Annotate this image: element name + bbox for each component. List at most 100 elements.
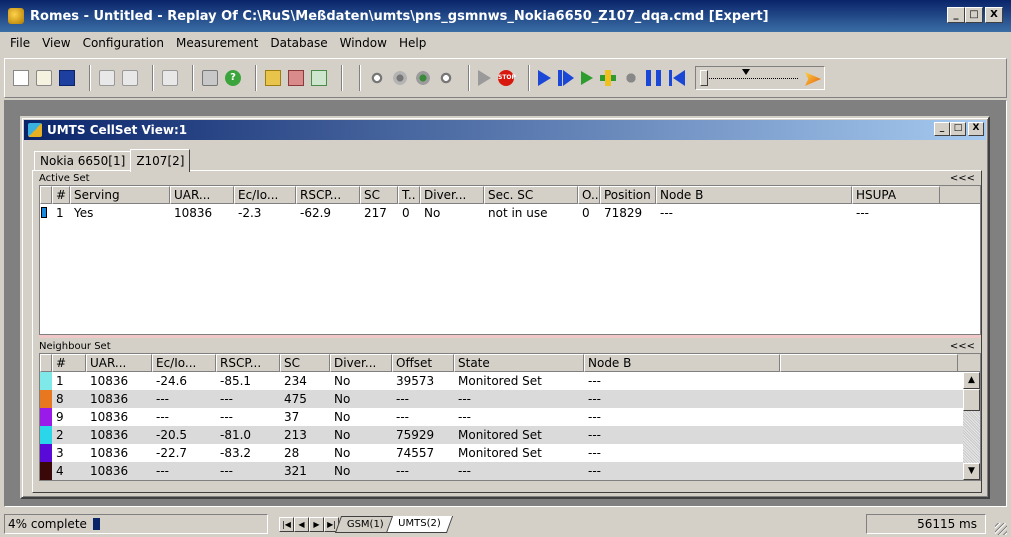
export-icon[interactable] [162,70,178,86]
neighbour-set-collapse-button[interactable]: <<< [950,341,975,353]
settings-icon[interactable] [392,70,408,86]
scroll-down-arrow-icon[interactable]: ▼ [963,463,980,480]
active-col-position[interactable]: Position [600,186,656,204]
child-minimize-button[interactable]: _ [934,122,950,136]
panel-splitter[interactable] [39,335,981,338]
neighbour-col-offset[interactable]: Offset [392,354,454,372]
tab-z107[interactable]: Z107[2] [130,149,191,172]
close-button[interactable]: X [985,7,1003,23]
step-icon[interactable] [558,70,574,86]
print-icon[interactable] [202,70,218,86]
help-icon[interactable]: ? [225,70,241,86]
neighbour-col-num[interactable]: # [52,354,86,372]
main-title-bar[interactable]: Romes - Untitled - Replay Of C:\RuS\Meßd… [0,0,1011,32]
neighbour-row[interactable]: 9 10836 --- --- 37 No --- --- --- [40,408,980,426]
neighbour-cell-diversity: No [334,392,351,406]
scroll-up-arrow-icon[interactable]: ▲ [963,372,980,389]
neighbour-col-ecio[interactable]: Ec/Io... [152,354,216,372]
resize-grip-icon[interactable] [995,523,1007,535]
neighbour-cell-sc: 321 [284,464,307,478]
forward-icon[interactable] [581,71,593,85]
active-col-ecio[interactable]: Ec/Io... [234,186,296,204]
neighbour-row[interactable]: 3 10836 -22.7 -83.2 28 No 74557 Monitored Set --… [40,444,980,462]
menu-view[interactable]: View [36,36,76,50]
neighbour-col-uarfcn[interactable]: UAR... [86,354,152,372]
first-sheet-icon[interactable]: |◀ [279,517,294,532]
sheet-tab-umts-label: UMTS(2) [398,518,441,529]
active-col-uarfcn[interactable]: UAR... [170,186,234,204]
romes-app-icon[interactable] [8,8,24,24]
stop-icon[interactable]: STOP [498,70,516,86]
active-col-serving[interactable]: Serving [70,186,170,204]
neighbour-col-rscp[interactable]: RSCP... [216,354,280,372]
neighbour-rows: 1 10836 -24.6 -85.1 234 No 39573 Monitored Set -… [40,372,980,480]
copy-icon[interactable] [99,70,115,86]
neighbour-row[interactable]: 2 10836 -20.5 -81.0 213 No 75929 Monitored Set -… [40,426,980,444]
save-icon[interactable] [59,70,75,86]
edit-icon[interactable] [311,70,327,86]
menu-file[interactable]: File [4,36,36,50]
neighbour-vertical-scrollbar[interactable]: ▲ ▼ [963,372,980,480]
neighbour-row[interactable]: 4 10836 --- --- 321 No --- --- --- [40,462,980,480]
active-col-marker[interactable] [40,186,52,204]
neighbour-row[interactable]: 8 10836 --- --- 475 No --- --- --- [40,390,980,408]
slider-thumb[interactable] [700,70,708,86]
neighbour-col-node-b[interactable]: Node B [584,354,780,372]
menu-database[interactable]: Database [264,36,333,50]
settings-green-icon[interactable] [415,70,431,86]
next-sheet-icon[interactable]: ▶ [309,517,324,532]
neighbour-col-sc[interactable]: SC [280,354,330,372]
active-col-node-b[interactable]: Node B [656,186,852,204]
active-col-sc[interactable]: SC [360,186,398,204]
menu-window[interactable]: Window [334,36,393,50]
neighbour-col-extra[interactable] [780,354,958,372]
neighbour-col-state[interactable]: State [454,354,584,372]
database-delete-icon[interactable] [288,70,304,86]
child-title-bar[interactable]: UMTS CellSet View:1 _ □ X [24,120,986,140]
sheet-tab-umts[interactable]: UMTS(2) [385,516,453,533]
neighbour-col-color[interactable] [40,354,52,372]
child-maximize-button[interactable]: □ [950,122,966,136]
database-icon[interactable] [265,70,281,86]
jump-icon[interactable] [600,70,616,86]
child-close-button[interactable]: X [968,122,984,136]
neighbour-cell-state: Monitored Set [458,446,542,460]
menu-measurement[interactable]: Measurement [170,36,264,50]
pause-icon[interactable] [646,70,662,86]
neighbour-cell-uarfcn: 10836 [90,446,129,460]
neighbour-cell-state: Monitored Set [458,374,542,388]
active-col-num[interactable]: # [52,186,70,204]
record-icon[interactable] [478,70,491,86]
connect-icon[interactable] [369,70,385,86]
neighbour-cell-state: --- [458,392,471,406]
active-set-row[interactable]: 1 Yes 10836 -2.3 -62.9 217 0 No not in u… [40,204,980,222]
active-set-grid[interactable]: # Serving UAR... Ec/Io... RSCP... SC T..… [39,185,981,335]
scope-icon[interactable] [438,70,454,86]
menu-configuration[interactable]: Configuration [77,36,170,50]
neighbour-col-diversity[interactable]: Diver... [330,354,392,372]
fast-forward-icon[interactable] [805,72,821,86]
menu-help[interactable]: Help [393,36,432,50]
active-col-o[interactable]: O.. [578,186,600,204]
replay-speed-slider[interactable] [695,66,825,90]
tab-nokia-6650[interactable]: Nokia 6650[1] [34,151,132,171]
bug-icon[interactable] [623,70,639,86]
active-cell-marker-icon [41,207,47,218]
prev-sheet-icon[interactable]: ◀ [294,517,309,532]
paste-icon[interactable] [122,70,138,86]
active-col-sec-sc[interactable]: Sec. SC [484,186,578,204]
active-col-hsupa[interactable]: HSUPA [852,186,940,204]
rewind-icon[interactable] [669,70,685,86]
active-col-rscp[interactable]: RSCP... [296,186,360,204]
new-icon[interactable] [13,70,29,86]
maximize-button[interactable]: □ [965,7,983,23]
scroll-thumb[interactable] [963,389,980,411]
active-col-diversity[interactable]: Diver... [420,186,484,204]
active-col-t[interactable]: T.. [398,186,420,204]
neighbour-set-grid[interactable]: # UAR... Ec/Io... RSCP... SC Diver... Of… [39,353,981,481]
active-set-collapse-button[interactable]: <<< [950,173,975,185]
open-icon[interactable] [36,70,52,86]
neighbour-row[interactable]: 1 10836 -24.6 -85.1 234 No 39573 Monitored Set -… [40,372,980,390]
play-icon[interactable] [538,70,551,86]
minimize-button[interactable]: _ [947,7,965,23]
